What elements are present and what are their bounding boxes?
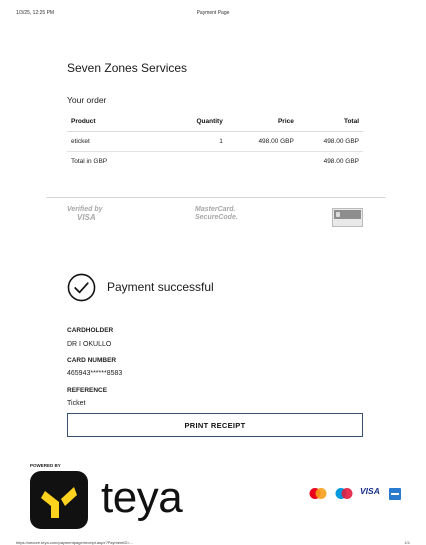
table-header-row: Product Quantity Price Total (67, 112, 363, 132)
column-header-price: Price (226, 112, 298, 132)
print-page-title: Payment Page (196, 10, 230, 16)
mastercard-icon (309, 488, 327, 499)
order-total-row: Total in GBP 498.00 GBP (67, 151, 363, 171)
price-cell: 498.00 GBP (226, 131, 298, 152)
quantity-cell: 1 (167, 131, 227, 152)
verified-by-visa-line1: Verified by (67, 206, 103, 213)
print-header: 1/3/25, 12:25 PM Payment Page (16, 10, 410, 20)
reference-label: REFERENCE (67, 387, 108, 394)
print-receipt-button[interactable]: PRINT RECEIPT (67, 413, 363, 437)
mastercard-securecode-line2: SecureCode. (195, 214, 238, 221)
powered-by-label: POWERED BY (30, 463, 61, 468)
teya-logo-icon (30, 471, 88, 529)
payment-status-message: Payment successful (107, 280, 214, 294)
visa-icon: VISA (360, 486, 380, 496)
maestro-icon (335, 488, 353, 499)
order-table: Product Quantity Price Total eticket 1 4… (67, 112, 363, 171)
reference-value: Ticket (67, 400, 86, 407)
order-heading: Your order (67, 95, 107, 105)
check-circle-icon (67, 273, 96, 302)
order-total-value: 498.00 GBP (323, 157, 359, 165)
mastercard-securecode-line1: MasterCard. (195, 206, 236, 213)
order-total-label: Total in GBP (71, 157, 108, 165)
product-cell: eticket (67, 131, 168, 152)
section-divider (46, 197, 386, 198)
teya-wordmark: teya (101, 473, 183, 522)
mastercard-securecode-logo: MasterCard. SecureCode. (195, 206, 238, 222)
print-page-number: 1/1 (404, 540, 410, 545)
column-header-product: Product (67, 112, 168, 132)
total-cell: 498.00 GBP (297, 131, 363, 152)
verified-by-visa-logo: Verified by VISA (67, 206, 103, 222)
card-number-label: CARD NUMBER (67, 357, 117, 364)
column-header-total: Total (297, 112, 363, 132)
cardholder-label: CARDHOLDER (67, 327, 114, 334)
card-number-value: 465943******8583 (67, 370, 123, 377)
print-url: https://secure.teya.com/paymentpage/rece… (16, 540, 134, 545)
amex-icon (389, 488, 401, 500)
column-header-quantity: Quantity (167, 112, 227, 132)
table-row: eticket 1 498.00 GBP 498.00 GBP (67, 131, 363, 152)
pci-compliance-badge-icon (332, 208, 363, 227)
cardholder-value: DR I OKULLO (67, 341, 112, 348)
merchant-name: Seven Zones Services (67, 61, 188, 75)
verified-by-visa-line2: VISA (77, 213, 96, 222)
